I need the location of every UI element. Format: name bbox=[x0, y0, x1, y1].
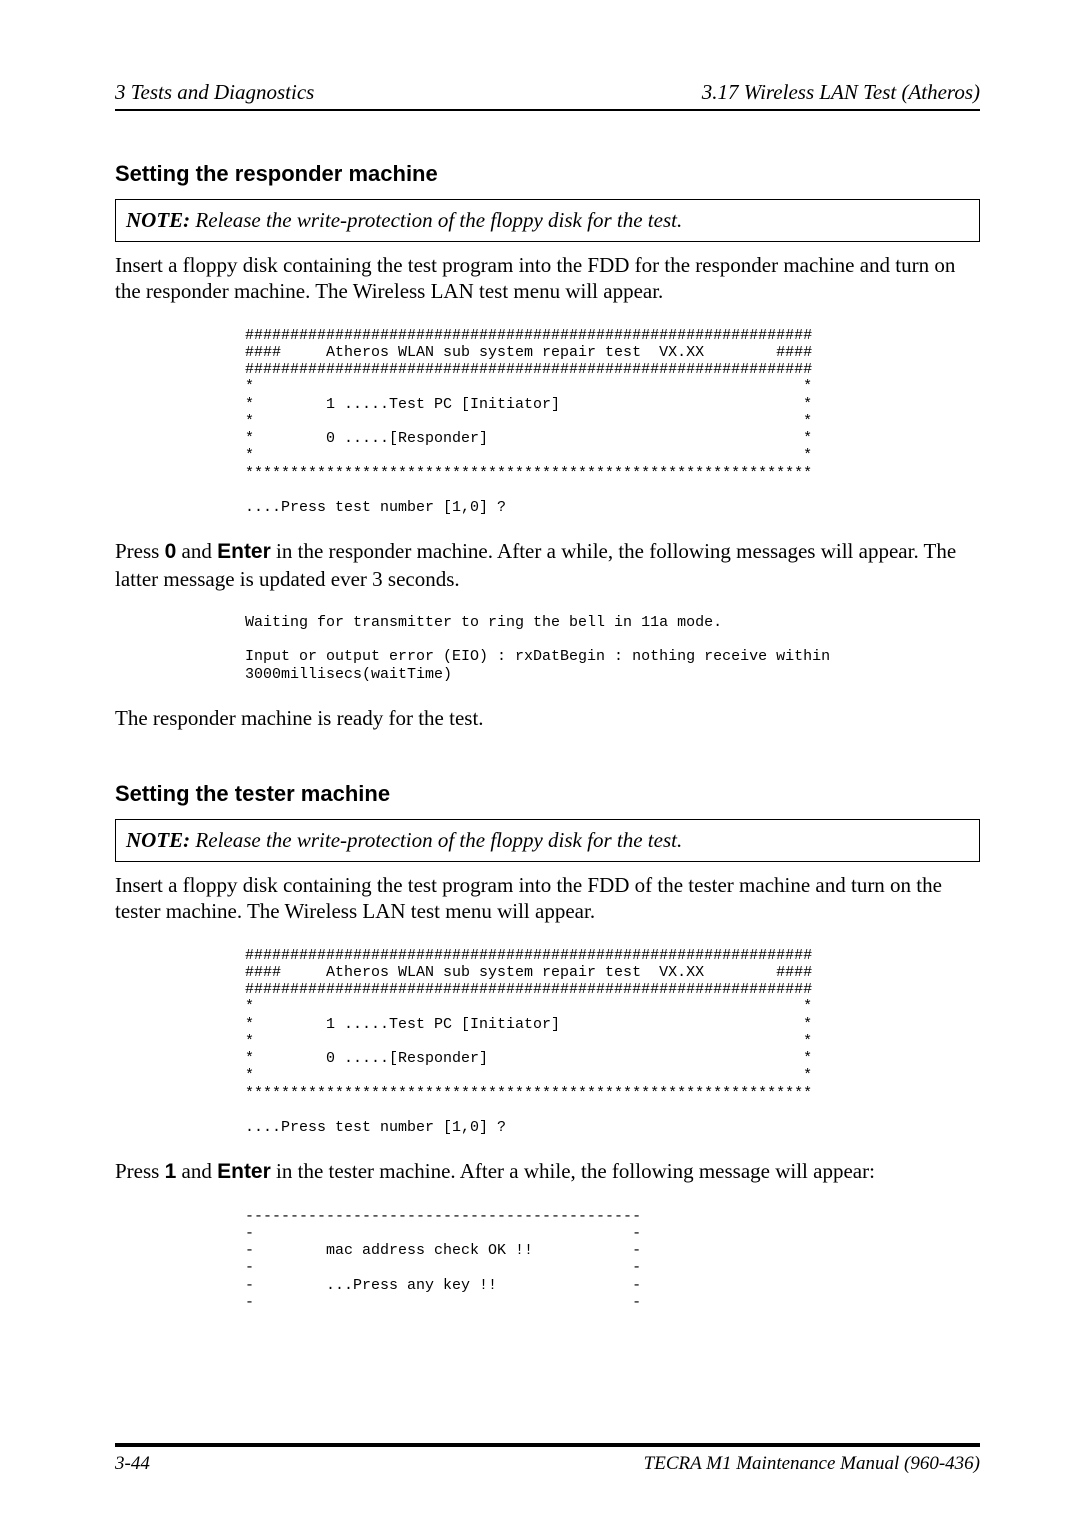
press-key-enter: Enter bbox=[217, 1160, 271, 1183]
wait-message-block: Waiting for transmitter to ring the bell… bbox=[245, 614, 980, 683]
press-prefix: Press bbox=[115, 1159, 165, 1183]
press-key-enter: Enter bbox=[217, 540, 271, 563]
intro-tester: Insert a floppy disk containing the test… bbox=[115, 872, 980, 925]
press-key-0: 0 bbox=[165, 540, 177, 563]
responder-ready-text: The responder machine is ready for the t… bbox=[115, 705, 980, 731]
section-heading-responder: Setting the responder machine bbox=[115, 161, 980, 187]
press-instruction-responder: Press 0 and Enter in the responder machi… bbox=[115, 538, 980, 592]
header-right: 3.17 Wireless LAN Test (Atheros) bbox=[702, 80, 980, 105]
footer-right: TECRA M1 Maintenance Manual (960-436) bbox=[644, 1453, 980, 1475]
footer-left: 3-44 bbox=[115, 1453, 150, 1475]
wlan-menu-tester: ########################################… bbox=[245, 947, 980, 1137]
footer-rule bbox=[115, 1443, 980, 1447]
press-mid: and bbox=[176, 1159, 217, 1183]
note-box-responder: NOTE: Release the write-protection of th… bbox=[115, 199, 980, 242]
header-rule bbox=[115, 109, 980, 111]
note-box-tester: NOTE: Release the write-protection of th… bbox=[115, 819, 980, 862]
running-footer: 3-44 TECRA M1 Maintenance Manual (960-43… bbox=[115, 1453, 980, 1475]
wlan-menu-responder: ########################################… bbox=[245, 327, 980, 517]
page: 3 Tests and Diagnostics 3.17 Wireless LA… bbox=[0, 0, 1080, 1525]
note-text: Release the write-protection of the flop… bbox=[190, 828, 682, 852]
press-key-1: 1 bbox=[165, 1160, 177, 1183]
press-suffix: in the tester machine. After a while, th… bbox=[271, 1159, 875, 1183]
header-left: 3 Tests and Diagnostics bbox=[115, 80, 314, 105]
note-text: Release the write-protection of the flop… bbox=[190, 208, 682, 232]
intro-responder: Insert a floppy disk containing the test… bbox=[115, 252, 980, 305]
note-label: NOTE: bbox=[126, 208, 190, 232]
note-label: NOTE: bbox=[126, 828, 190, 852]
mac-check-block: ----------------------------------------… bbox=[245, 1208, 980, 1312]
press-prefix: Press bbox=[115, 539, 165, 563]
press-instruction-tester: Press 1 and Enter in the tester machine.… bbox=[115, 1158, 980, 1185]
section-heading-tester: Setting the tester machine bbox=[115, 781, 980, 807]
press-mid: and bbox=[176, 539, 217, 563]
running-header: 3 Tests and Diagnostics 3.17 Wireless LA… bbox=[115, 80, 980, 105]
